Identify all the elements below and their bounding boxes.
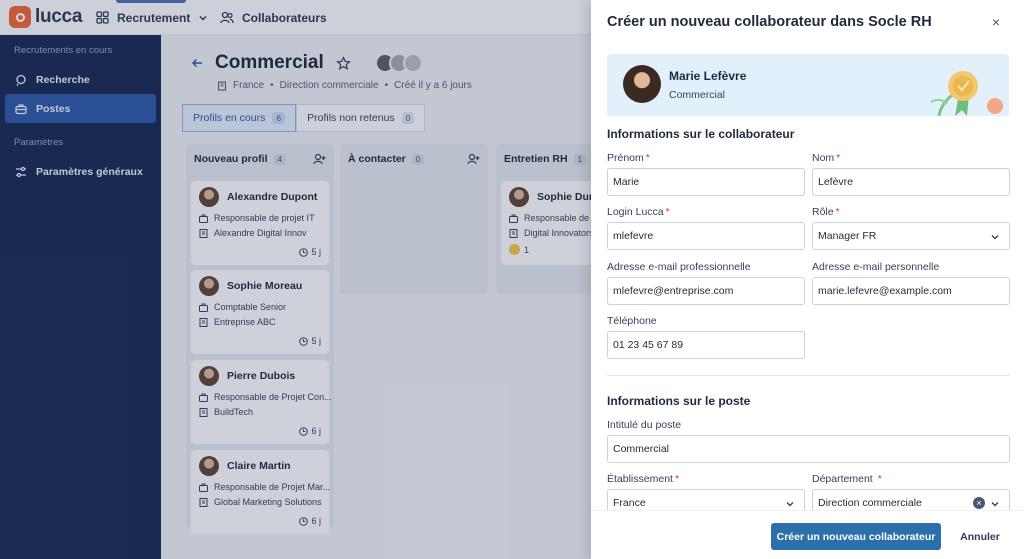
- role-label: Rôle *: [812, 206, 840, 218]
- phone-label: Téléphone: [607, 315, 657, 327]
- login-label: Login Lucca *: [607, 206, 670, 218]
- pro-email-label: Adresse e-mail professionnelle: [607, 261, 751, 273]
- close-icon[interactable]: ×: [988, 14, 1004, 30]
- chevron-down-icon: [991, 502, 999, 507]
- personal-email-label: Adresse e-mail personnelle: [812, 261, 940, 273]
- panel-title: Créer un nouveau collaborateur dans Socl…: [607, 14, 932, 30]
- job-title-label: Intitulé du poste: [607, 419, 682, 431]
- role-select[interactable]: Manager FR: [812, 222, 1010, 250]
- avatar: [623, 65, 661, 103]
- department-select[interactable]: Direction commerciale ×: [812, 489, 1010, 510]
- clear-icon[interactable]: ×: [973, 497, 985, 509]
- login-field[interactable]: mlefevre: [607, 222, 805, 250]
- personal-email-field[interactable]: marie.lefevre@example.com: [812, 277, 1010, 305]
- required-mark: *: [877, 473, 882, 485]
- create-collaborator-panel: Créer un nouveau collaborateur dans Socl…: [591, 0, 1024, 559]
- required-mark: *: [835, 206, 840, 218]
- required-mark: *: [674, 473, 680, 485]
- last-name-field[interactable]: Lefèvre: [812, 168, 1010, 196]
- panel-form[interactable]: Marie Lefèvre Commercial Informations su…: [591, 46, 1024, 510]
- banner-position: Commercial: [669, 89, 726, 101]
- section-title-job: Informations sur le poste: [607, 394, 751, 408]
- phone-field[interactable]: 01 23 45 67 89: [607, 331, 805, 359]
- establishment-select[interactable]: France: [607, 489, 805, 510]
- create-collaborator-button[interactable]: Créer un nouveau collaborateur: [771, 523, 941, 550]
- last-name-label: Nom *: [812, 152, 841, 164]
- award-badge-icon: [930, 71, 1003, 116]
- collaborator-banner: Marie Lefèvre Commercial: [607, 54, 1009, 116]
- chevron-down-icon: [786, 502, 794, 507]
- establishment-label: Établissement *: [607, 473, 680, 485]
- pro-email-field[interactable]: mlefevre@entreprise.com: [607, 277, 805, 305]
- required-mark: *: [665, 206, 670, 218]
- job-title-field[interactable]: Commercial: [607, 435, 1010, 463]
- banner-name: Marie Lefèvre: [669, 69, 747, 83]
- required-mark: *: [645, 152, 650, 164]
- section-title-employee: Informations sur le collaborateur: [607, 127, 795, 141]
- first-name-field[interactable]: Marie: [607, 168, 805, 196]
- panel-footer: Créer un nouveau collaborateur Annuler: [591, 510, 1024, 559]
- cancel-button[interactable]: Annuler: [951, 523, 1009, 550]
- required-mark: *: [836, 152, 841, 164]
- department-label: Département *: [812, 473, 882, 485]
- section-divider: [607, 375, 1010, 376]
- chevron-down-icon: [991, 235, 999, 240]
- first-name-label: Prénom *: [607, 152, 650, 164]
